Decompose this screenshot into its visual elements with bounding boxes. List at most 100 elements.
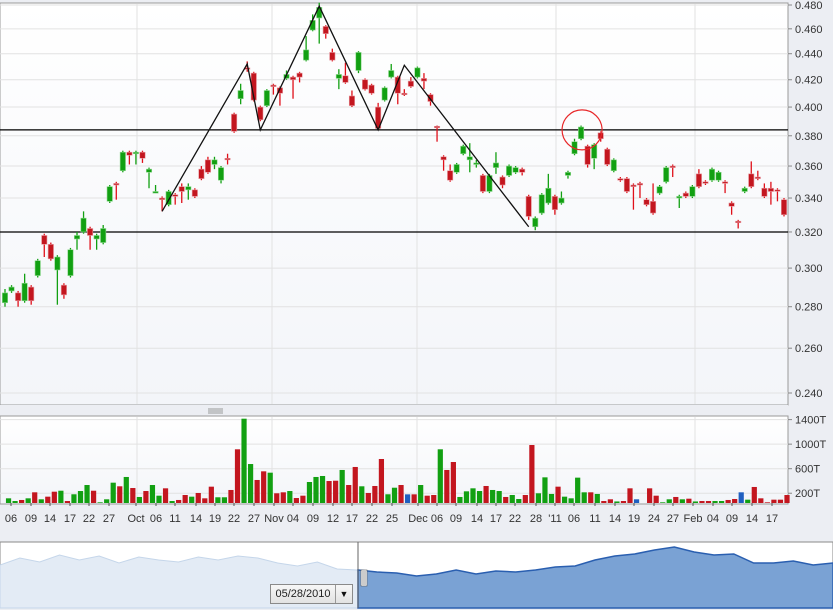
volume-bar xyxy=(293,498,299,503)
candle-body xyxy=(290,76,297,81)
candle-body xyxy=(623,178,630,192)
volume-bar xyxy=(176,499,182,503)
candle-body xyxy=(113,183,120,186)
volume-bar xyxy=(300,495,306,503)
candle xyxy=(780,198,787,217)
navigator[interactable] xyxy=(0,540,833,610)
candle-body xyxy=(270,84,277,87)
candle-body xyxy=(80,217,87,233)
volume-bar xyxy=(431,495,437,503)
volume-bar xyxy=(143,491,149,503)
volume-bar xyxy=(444,469,450,503)
candle-body xyxy=(761,187,768,197)
volume-bar xyxy=(228,489,234,503)
candle xyxy=(263,89,270,108)
volume-bar xyxy=(503,496,509,503)
y-tick-label: 0.420 xyxy=(795,75,823,87)
y-tick-label: 0.280 xyxy=(795,302,823,314)
volume-bar xyxy=(221,497,228,503)
candle-body xyxy=(303,49,310,61)
candle-body xyxy=(47,244,54,260)
y-tick-label: 0.240 xyxy=(795,388,823,400)
candle-body xyxy=(610,159,617,172)
x-tick-label: 11 xyxy=(589,513,600,525)
candle-body xyxy=(218,167,225,181)
candle xyxy=(119,150,126,173)
volume-bar xyxy=(424,495,430,503)
candle-body xyxy=(41,235,48,245)
candle-body xyxy=(198,168,205,179)
x-tick-label: Nov xyxy=(264,513,284,525)
x-tick-label: 06 xyxy=(5,513,17,525)
x-tick-label: 17 xyxy=(64,513,76,525)
volume-bar xyxy=(84,485,90,503)
candle-body xyxy=(93,235,100,240)
volume-bar xyxy=(365,492,371,503)
candle xyxy=(656,185,663,195)
candle-body xyxy=(152,191,159,194)
candle-body xyxy=(545,187,552,204)
volume-bar xyxy=(411,494,417,503)
candle-body xyxy=(558,197,565,204)
volume-bar xyxy=(313,476,319,503)
volume-bar xyxy=(123,476,129,503)
triangle-down-icon[interactable]: ▼ xyxy=(336,585,352,603)
volume-bar xyxy=(280,492,286,503)
volume-bar xyxy=(104,499,110,503)
volume-bar xyxy=(267,472,273,503)
start-date-value[interactable]: 05/28/2010 xyxy=(271,585,336,603)
volume-bar xyxy=(372,485,378,503)
candle-body xyxy=(617,178,624,181)
y-tick-label: 0.380 xyxy=(795,131,823,143)
x-tick-label: 11 xyxy=(169,513,180,525)
candle-body xyxy=(538,194,545,214)
candle-body xyxy=(564,171,571,176)
candle-body xyxy=(741,187,748,192)
volume-bar xyxy=(490,489,496,503)
candle-body xyxy=(335,74,342,79)
volume-bar xyxy=(359,486,365,503)
candle-body xyxy=(414,67,421,78)
x-tick-label: 04 xyxy=(287,513,299,525)
volume-bar xyxy=(692,501,699,503)
volume-bar xyxy=(51,491,57,503)
x-tick-label: 14 xyxy=(44,513,56,525)
volume-bar xyxy=(274,493,280,503)
volume-bar xyxy=(627,488,633,503)
candle-body xyxy=(211,159,218,165)
volume-bar xyxy=(633,499,640,503)
x-tick-label: 28 xyxy=(530,513,542,525)
candle-body xyxy=(630,184,637,187)
volume-bar xyxy=(149,485,156,503)
volume-bar xyxy=(581,492,587,503)
x-tick-label: 09 xyxy=(450,513,462,525)
candle-body xyxy=(401,92,408,96)
candle xyxy=(368,83,375,95)
panel-separator[interactable] xyxy=(0,405,788,416)
volume-bar xyxy=(568,498,574,503)
volume-bar xyxy=(509,495,515,503)
candle-body xyxy=(676,196,683,199)
navigator-handle[interactable] xyxy=(360,569,368,587)
candle xyxy=(525,194,532,220)
candle-body xyxy=(139,151,146,159)
candle-body xyxy=(329,52,336,61)
volume-bar xyxy=(352,466,358,503)
candle-body xyxy=(60,284,67,296)
candle-body xyxy=(67,249,74,276)
volume-bar xyxy=(732,498,738,503)
candle xyxy=(689,185,696,199)
candle-body xyxy=(100,228,107,243)
x-tick-label: 19 xyxy=(209,513,221,525)
volume-bar xyxy=(561,496,568,503)
x-tick-label: 09 xyxy=(726,513,738,525)
candle xyxy=(479,173,486,194)
volume-bar xyxy=(705,501,712,503)
volume-bar xyxy=(601,501,607,503)
candle-body xyxy=(132,151,139,155)
candle-body xyxy=(231,113,238,132)
x-tick-label: 14 xyxy=(746,513,758,525)
volume-bar xyxy=(58,490,64,503)
x-tick-label: 24 xyxy=(648,513,660,525)
start-date-dropdown[interactable]: 05/28/2010 ▼ xyxy=(270,584,353,604)
